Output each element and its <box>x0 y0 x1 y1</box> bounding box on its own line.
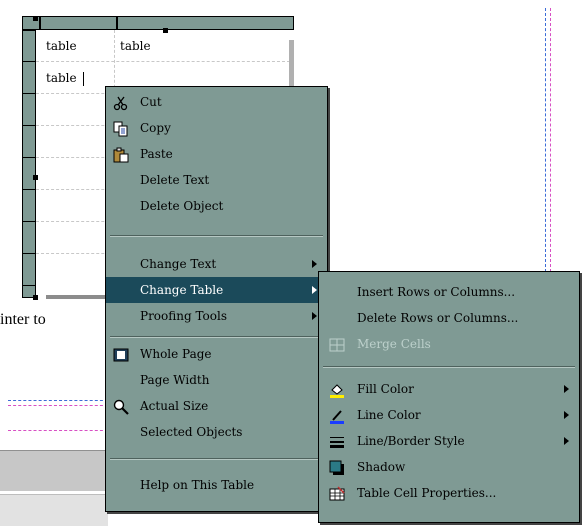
menu-item-label: Line/Border Style <box>357 434 465 448</box>
table-cell[interactable]: table <box>120 39 151 53</box>
fill-color-icon <box>329 381 345 398</box>
menu-item-label: Cut <box>140 95 162 109</box>
menu-item-label: Insert Rows or Columns... <box>357 285 516 299</box>
menu-separator <box>110 458 323 460</box>
menu-item-label: Page Width <box>140 373 210 387</box>
menu-item-actual-size[interactable]: Actual Size <box>106 393 327 419</box>
row-divider[interactable] <box>23 221 35 222</box>
menu-item-label: Copy <box>140 121 171 135</box>
change-table-submenu: Insert Rows or Columns... Delete Rows or… <box>318 271 580 523</box>
submenu-arrow-icon <box>312 286 317 294</box>
scissors-icon <box>113 94 129 111</box>
selection-handle[interactable] <box>163 28 168 33</box>
menu-item-shadow[interactable]: Shadow <box>319 454 579 480</box>
table-cell[interactable]: table <box>46 39 77 53</box>
menu-item-label: Merge Cells <box>357 337 431 351</box>
menu-item-delete-object[interactable]: Delete Object <box>106 193 327 219</box>
toolbar-strip <box>0 450 108 491</box>
merge-cells-icon <box>329 336 345 352</box>
guide-line-pink <box>8 430 108 431</box>
context-menu: Cut Copy Paste Delete Text Delete Object… <box>105 86 328 512</box>
selection-handle[interactable] <box>33 175 38 180</box>
menu-item-line-color[interactable]: Line Color <box>319 402 579 428</box>
menu-item-label: Shadow <box>357 460 406 474</box>
text-caret <box>83 72 84 86</box>
menu-item-help-table[interactable]: Help on This Table <box>106 472 327 498</box>
menu-separator <box>110 235 323 237</box>
menu-item-change-text[interactable]: Change Text <box>106 251 327 277</box>
menu-item-label: Proofing Tools <box>140 309 228 323</box>
menu-item-selected-objects[interactable]: Selected Objects <box>106 419 327 445</box>
selection-handle[interactable] <box>33 16 38 21</box>
row-header-bar[interactable] <box>22 30 36 298</box>
selection-handle[interactable] <box>33 295 38 300</box>
menu-item-merge-cells: Merge Cells <box>319 331 579 357</box>
submenu-arrow-icon <box>312 312 317 320</box>
table-cell-active[interactable]: table <box>46 71 77 85</box>
menu-item-label: Change Table <box>140 283 224 297</box>
menu-item-label: Delete Rows or Columns... <box>357 311 519 325</box>
guide-line-blue <box>8 400 108 401</box>
menu-item-label: Actual Size <box>140 399 209 413</box>
submenu-arrow-icon <box>312 260 317 268</box>
line-color-icon <box>329 407 345 424</box>
column-divider[interactable] <box>39 17 41 29</box>
menu-item-change-table[interactable]: Change Table <box>106 277 327 303</box>
copy-icon <box>113 120 129 137</box>
menu-separator <box>323 366 575 368</box>
column-header-bar[interactable] <box>22 16 294 30</box>
status-strip <box>0 494 108 526</box>
menu-item-delete-text[interactable]: Delete Text <box>106 167 327 193</box>
menu-item-label: Paste <box>140 147 173 161</box>
menu-item-label: Delete Object <box>140 199 224 213</box>
menu-item-proofing-tools[interactable]: Proofing Tools <box>106 303 327 329</box>
magnifier-icon <box>113 398 129 415</box>
menu-item-fill-color[interactable]: Fill Color <box>319 376 579 402</box>
menu-item-label: Line Color <box>357 408 421 422</box>
row-divider[interactable] <box>23 61 35 62</box>
document-text: inter to <box>0 311 46 328</box>
row-divider[interactable] <box>23 125 35 126</box>
menu-item-cut[interactable]: Cut <box>106 89 327 115</box>
cell-properties-icon <box>329 485 345 501</box>
submenu-arrow-icon <box>564 437 569 445</box>
menu-item-label: Selected Objects <box>140 425 243 439</box>
submenu-arrow-icon <box>564 385 569 393</box>
menu-item-whole-page[interactable]: Whole Page <box>106 341 327 367</box>
menu-item-copy[interactable]: Copy <box>106 115 327 141</box>
menu-separator <box>110 336 323 338</box>
whole-page-icon <box>113 346 129 362</box>
menu-item-paste[interactable]: Paste <box>106 141 327 167</box>
menu-item-label: Fill Color <box>357 382 414 396</box>
paste-icon <box>113 146 129 163</box>
submenu-arrow-icon <box>564 411 569 419</box>
row-divider[interactable] <box>23 189 35 190</box>
row-divider[interactable] <box>23 157 35 158</box>
guide-line-pink <box>8 405 108 406</box>
border-style-icon <box>329 433 345 449</box>
menu-item-page-width[interactable]: Page Width <box>106 367 327 393</box>
menu-item-label: Whole Page <box>140 347 212 361</box>
menu-item-label: Delete Text <box>140 173 210 187</box>
menu-item-delete-rows[interactable]: Delete Rows or Columns... <box>319 305 579 331</box>
menu-item-label: Help on This Table <box>140 478 255 492</box>
shadow-icon <box>329 459 345 475</box>
column-divider[interactable] <box>116 17 118 29</box>
menu-item-insert-rows[interactable]: Insert Rows or Columns... <box>319 279 579 305</box>
menu-item-label: Change Text <box>140 257 217 271</box>
menu-item-cell-properties[interactable]: Table Cell Properties... <box>319 480 579 506</box>
row-divider[interactable] <box>23 93 35 94</box>
row-divider[interactable] <box>23 285 35 286</box>
menu-item-label: Table Cell Properties... <box>357 486 497 500</box>
cell-gridline <box>36 61 290 62</box>
menu-item-border-style[interactable]: Line/Border Style <box>319 428 579 454</box>
row-divider[interactable] <box>23 253 35 254</box>
